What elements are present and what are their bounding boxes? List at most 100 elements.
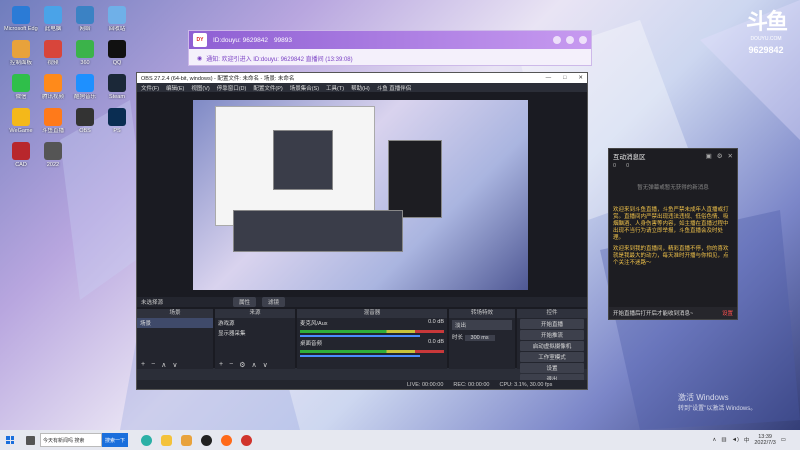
taskbar-app-obs[interactable] (196, 430, 216, 450)
stat-b: 0 (626, 163, 630, 169)
desktop-icon[interactable]: 此电脑 (36, 6, 70, 32)
douyu-live-bar[interactable]: DY ID:douyu: 9629842 99893 ◉ 通知: 欢迎引进入 I… (188, 30, 592, 66)
move-up-icon[interactable]: ∧ (161, 361, 166, 369)
properties-button[interactable]: 属性 (233, 297, 257, 307)
taskbar-app-edge[interactable] (136, 430, 156, 450)
desktop-icon[interactable]: QQ (100, 40, 134, 66)
search-input[interactable]: 今天有新闻吗 搜索 (40, 433, 102, 447)
desktop-icon[interactable]: Microsoft Edge (4, 6, 38, 32)
menu-item[interactable]: 配置文件(P) (253, 84, 282, 92)
volume-icon[interactable]: ◄) (732, 437, 739, 443)
desktop-icon[interactable]: 回收站 (100, 6, 134, 32)
obs-window[interactable]: OBS 27.2.4 (64-bit, windows) - 配置文件: 未命名… (136, 72, 588, 390)
add-source-button[interactable]: + (219, 361, 223, 368)
settings-icon[interactable] (553, 36, 561, 44)
minimize-button[interactable]: — (546, 75, 552, 81)
footer-settings-link[interactable]: 设置 (722, 309, 733, 317)
desktop-icon[interactable]: 视频 (36, 40, 70, 66)
app-icon (12, 108, 30, 126)
taskbar-app-douyu[interactable] (216, 430, 236, 450)
menu-item[interactable]: 斗鱼 直播伴侣 (377, 84, 412, 92)
taskbar-app-game[interactable] (176, 430, 196, 450)
input-lang[interactable]: 中 (744, 436, 750, 444)
close-button[interactable]: ✕ (578, 75, 583, 81)
controls-header: 控件 (517, 309, 587, 318)
source-item[interactable]: 游戏源 (215, 318, 295, 328)
obs-statusbar: LIVE: 00:00:00 REC: 00:00:00 CPU: 3.1%, … (137, 380, 587, 389)
desktop-icon[interactable]: WeGame (4, 108, 38, 134)
preview-canvas[interactable] (193, 100, 528, 290)
menu-item[interactable]: 编辑(E) (166, 84, 184, 92)
gear-icon[interactable]: ⚙ (239, 361, 245, 369)
menu-item[interactable]: 视图(V) (191, 84, 209, 92)
menu-item[interactable]: 停靠窗口(D) (217, 84, 247, 92)
taskbar-app-other[interactable] (236, 430, 256, 450)
desktop-icon[interactable]: 360 (68, 40, 102, 66)
move-up-icon[interactable]: ∧ (251, 361, 256, 369)
menu-item[interactable]: 场景集合(S) (290, 84, 319, 92)
desktop-icon[interactable]: OBS (68, 108, 102, 134)
source-item[interactable]: 显示器采集 (215, 328, 295, 338)
tray-chevron-icon[interactable]: ∧ (712, 437, 716, 443)
task-view-button[interactable] (20, 430, 40, 450)
scene-item[interactable]: 场景 (137, 318, 213, 328)
desktop-icon[interactable]: 腾讯视频 (36, 74, 70, 100)
app-icon (108, 6, 126, 24)
control-button[interactable]: 开始直播 (520, 319, 584, 329)
transitions-dock: 转场特效 淡出 时长 300 ms (449, 309, 515, 369)
move-down-icon[interactable]: ∨ (263, 361, 268, 369)
control-button[interactable]: 开始推流 (520, 330, 584, 340)
pin-icon[interactable]: ▣ (706, 152, 712, 160)
sources-header: 来源 (215, 309, 295, 318)
add-scene-button[interactable]: + (141, 361, 145, 368)
empty-message: 暂无弹幕或暂无获得的新消息 (637, 185, 709, 191)
start-button[interactable] (0, 430, 20, 450)
minimize-icon[interactable] (566, 36, 574, 44)
desktop-icon[interactable]: 2022 (36, 142, 70, 168)
menu-item[interactable]: 帮助(H) (351, 84, 370, 92)
volume-slider[interactable] (300, 335, 420, 337)
desktop-icon-label: Steam (109, 94, 125, 100)
interaction-panel[interactable]: 互动消息区 ▣ ⚙ ✕ 0 0 暂无弹幕或暂无获得的新消息 欢迎来到斗鱼直播，斗… (608, 148, 738, 320)
menu-item[interactable]: 工具(T) (326, 84, 344, 92)
desktop-icon-label: 2022 (46, 162, 60, 168)
close-icon[interactable]: ✕ (728, 152, 733, 160)
activate-title: 激活 Windows (678, 393, 729, 402)
close-icon[interactable] (579, 36, 587, 44)
desktop-icon-label: 回收站 (108, 26, 126, 32)
remove-source-button[interactable]: − (229, 361, 233, 368)
desktop-icon[interactable]: 网络 (68, 6, 102, 32)
duration-input[interactable]: 300 ms (464, 335, 495, 341)
douyu-site: DOUYU.COM (750, 36, 782, 42)
desktop-icon[interactable]: 控制面板 (4, 40, 38, 66)
douyu-logo: 斗鱼 DOUYU.COM 9629842 (736, 4, 796, 55)
desktop-icon[interactable]: Steam (100, 74, 134, 100)
app-icon (12, 74, 30, 92)
duration-label: 时长 (452, 335, 464, 341)
filters-button[interactable]: 滤镜 (262, 297, 286, 307)
desktop-icon[interactable]: CAD (4, 142, 38, 168)
control-button[interactable]: 启动虚拟摄像机 (520, 341, 584, 351)
control-button[interactable]: 工作室模式 (520, 352, 584, 362)
network-icon[interactable]: ▥ (721, 437, 726, 443)
menu-item[interactable]: 文件(F) (141, 84, 159, 92)
volume-meter (300, 350, 444, 353)
search-button[interactable]: 搜索一下 (102, 433, 129, 447)
volume-slider[interactable] (300, 355, 420, 357)
notification-icon[interactable]: ▭ (781, 437, 786, 443)
desktop-icon[interactable]: 微信 (4, 74, 38, 100)
transition-select[interactable]: 淡出 (452, 320, 512, 330)
gear-icon[interactable]: ⚙ (717, 152, 723, 160)
controls-dock: 控件 开始直播开始推流启动虚拟摄像机工作室模式设置退出 (517, 309, 587, 384)
desktop-icon[interactable]: 斗鱼直播 (36, 108, 70, 134)
taskbar-app-explorer[interactable] (156, 430, 176, 450)
maximize-button[interactable]: □ (563, 75, 566, 81)
bell-icon: ◉ (197, 55, 203, 62)
clock[interactable]: 13:39 2022/7/3 (754, 434, 775, 446)
control-button[interactable]: 设置 (520, 363, 584, 373)
desktop-icon[interactable]: 酷狗音乐 (68, 74, 102, 100)
remove-scene-button[interactable]: − (151, 361, 155, 368)
streamer-avatar[interactable]: DY (193, 33, 207, 47)
desktop-icon[interactable]: PS (100, 108, 134, 134)
move-down-icon[interactable]: ∨ (172, 361, 177, 369)
